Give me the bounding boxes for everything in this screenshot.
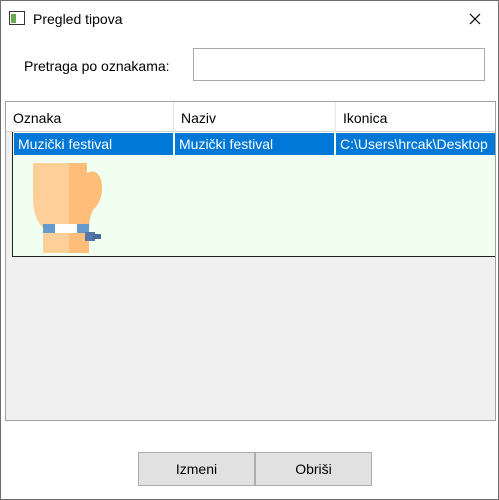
grid-header: Oznaka Naziv Ikonica	[6, 102, 495, 132]
window-title: Pregled tipova	[33, 11, 123, 27]
title-bar[interactable]: Pregled tipova	[1, 1, 498, 36]
dialog-window: Pregled tipova Pretraga po oznakama: Ozn…	[0, 0, 499, 500]
search-input[interactable]	[193, 48, 485, 81]
search-label: Pretraga po oznakama:	[24, 58, 170, 74]
column-header-ikonica[interactable]: Ikonica	[336, 102, 495, 131]
delete-button[interactable]: Obriši	[255, 452, 372, 486]
edit-button[interactable]: Izmeni	[138, 452, 255, 486]
column-header-oznaka[interactable]: Oznaka	[6, 102, 174, 131]
column-header-naziv[interactable]: Naziv	[174, 102, 336, 131]
window-icon	[9, 11, 25, 25]
close-icon	[469, 13, 481, 25]
cell-ikonica[interactable]: C:\Users\hrcak\Desktop	[336, 133, 495, 155]
cell-oznaka[interactable]: Muzički festival	[14, 133, 173, 155]
close-button[interactable]	[462, 7, 488, 31]
types-grid[interactable]: Oznaka Naziv Ikonica Muzički festival Mu…	[5, 101, 496, 421]
cell-naziv[interactable]: Muzički festival	[175, 133, 334, 155]
table-row[interactable]: Muzički festival Muzički festival C:\Use…	[12, 132, 495, 257]
wristband-hand-icon	[27, 158, 111, 253]
